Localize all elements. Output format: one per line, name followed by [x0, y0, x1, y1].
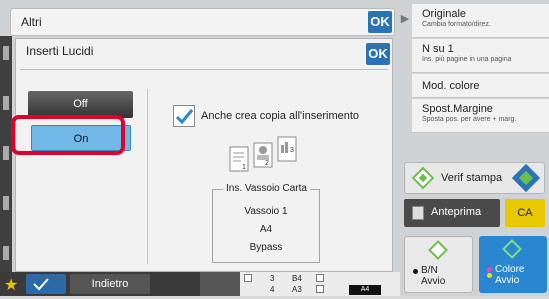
tray-number: 4: [270, 285, 275, 294]
tray-number: 3: [270, 274, 275, 283]
checkmark-icon: [175, 109, 194, 125]
shortcut-originale[interactable]: Originale Cambia formato/direz.: [412, 4, 549, 38]
copy-on-insert-label: Anche crea copia all'inserimento: [201, 110, 360, 122]
left-edge-strip: [0, 36, 12, 272]
right-shortcut-panel: Originale Cambia formato/direz. N su 1 I…: [412, 4, 549, 158]
ca-button[interactable]: CA: [505, 199, 545, 227]
topbar-ok-button[interactable]: OK: [368, 11, 392, 33]
shortcut-title: Mod. colore: [422, 80, 480, 92]
tray-indicator: [244, 274, 252, 282]
tray-paper-type: Bypass: [249, 242, 283, 253]
page-number-1: 1: [242, 164, 246, 171]
tray-legend: Ins. Vassoio Carta: [223, 183, 310, 194]
bw-start-line1: B/N: [421, 265, 438, 276]
bw-start-line2: Avvio: [421, 276, 446, 287]
color-start-line1: Colore: [495, 264, 525, 275]
shortcut-subtitle: Ins. più pagine in una pagina: [422, 56, 512, 63]
shortcut-n-su-1[interactable]: N su 1 Ins. più pagine in una pagina: [412, 39, 549, 73]
page-number-2: 2: [265, 160, 269, 167]
dialog-ok-button[interactable]: OK: [366, 43, 390, 65]
panel-toggle-arrow-icon[interactable]: ▶: [398, 10, 412, 28]
paper-tray-setting[interactable]: Ins. Vassoio Carta Vassoio 1 A4 Bypass: [212, 183, 320, 263]
other-functions-bar: Altri OK: [10, 8, 395, 36]
bw-start-button[interactable]: B/N Avvio: [404, 236, 473, 293]
shortcut-title: Originale: [422, 8, 467, 20]
color-start-line2: Avvio: [495, 275, 520, 286]
tray-name: Vassoio 1: [244, 206, 288, 217]
tray-indicator: [316, 274, 324, 282]
shortcut-subtitle: Sposta pos. per avere + marg.: [422, 116, 517, 123]
checkmark-tab[interactable]: [26, 274, 66, 294]
preview-icon: [412, 206, 424, 220]
bottom-divider: [200, 272, 240, 296]
star-icon[interactable]: ★: [4, 275, 18, 295]
color-start-button[interactable]: Colore Avvio: [479, 236, 547, 293]
verif-stampa-button[interactable]: Verif stampa: [404, 162, 545, 194]
tray-size: B4: [292, 274, 302, 283]
transparency-inserts-dialog: Inserti Lucidi OK Off On Anche crea copi…: [15, 38, 393, 272]
transparency-pages-icon: 1 2 3: [229, 136, 297, 172]
start-diamond-icon: [502, 239, 522, 259]
verif-stampa-label: Verif stampa: [441, 172, 503, 184]
start-diamond-icon: [411, 166, 435, 190]
tray-paper-size: A4: [259, 224, 273, 235]
dialog-divider: [20, 69, 388, 70]
tray-indicator: [316, 285, 324, 293]
anteprima-label: Anteprima: [431, 206, 482, 218]
tray-size: A3: [292, 285, 302, 294]
dialog-title: Inserti Lucidi: [26, 44, 94, 58]
other-functions-title: Altri: [21, 15, 42, 29]
off-button[interactable]: Off: [28, 91, 133, 118]
indietro-button[interactable]: Indietro: [70, 274, 150, 294]
copier-screen: Altri OK ▶ Originale Cambia formato/dire…: [0, 0, 549, 296]
shortcut-subtitle: Cambia formato/direz.: [422, 21, 491, 28]
on-button-highlight: [11, 115, 125, 155]
verif-start-icon: [511, 163, 541, 193]
shortcut-title: Spost.Margine: [422, 103, 493, 115]
shortcut-mod-colore[interactable]: Mod. colore: [412, 74, 549, 98]
check-icon: [33, 278, 49, 291]
shortcut-spost-margine[interactable]: Spost.Margine Sposta pos. per avere + ma…: [412, 99, 549, 133]
anteprima-button[interactable]: Anteprima: [404, 199, 500, 227]
start-diamond-icon: [428, 240, 448, 260]
column-divider: [147, 89, 148, 264]
shortcut-title: N su 1: [422, 43, 454, 55]
active-paper-size: A4: [349, 285, 381, 295]
page-number-3: 3: [290, 147, 294, 154]
copy-on-insert-checkbox[interactable]: [173, 105, 195, 127]
